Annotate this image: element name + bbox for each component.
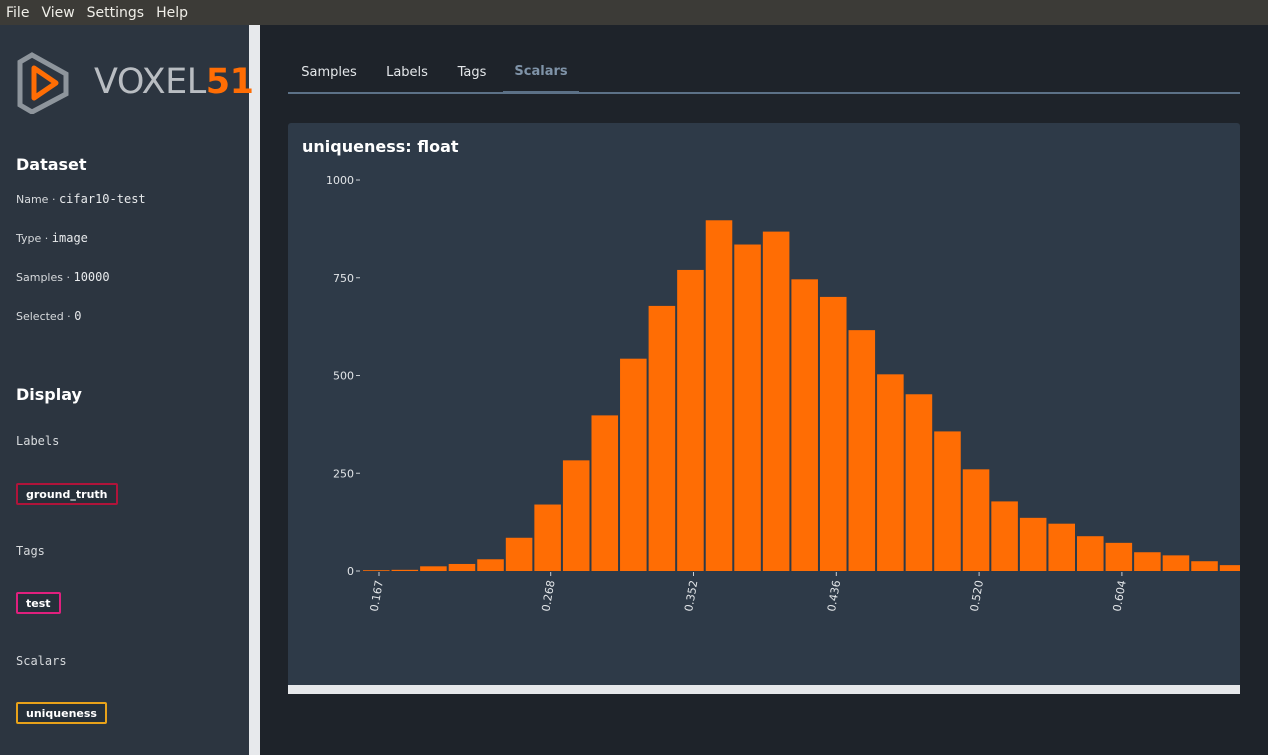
histogram-bar	[505, 537, 533, 571]
menu-settings[interactable]: Settings	[81, 5, 150, 21]
histogram-bar	[1077, 536, 1104, 571]
logo-text-main: VOXEL	[94, 62, 206, 102]
histogram-bar	[734, 244, 761, 571]
tab-labels[interactable]: Labels	[370, 52, 444, 92]
histogram-bar	[962, 469, 990, 571]
y-tick-label: 500	[333, 370, 354, 383]
histogram-bar	[420, 566, 447, 571]
histogram-bar	[877, 374, 904, 571]
scalar-panel: uniqueness: float 0 250 500 750 1000 0.167 0.2…	[288, 123, 1240, 685]
y-tick-label: 1000	[326, 174, 354, 187]
histogram-bar	[1191, 561, 1218, 571]
scalars-heading: Scalars	[16, 654, 67, 668]
histogram-bar	[905, 394, 933, 571]
logo-text-num: 51	[205, 62, 254, 102]
histogram-bar	[848, 330, 876, 571]
tab-bar: Samples Labels Tags Scalars	[288, 52, 1240, 94]
menubar: File View Settings Help	[0, 0, 1268, 25]
histogram-bar	[677, 269, 704, 571]
y-tick-label: 750	[333, 272, 354, 285]
dataset-selected: Selected · 0	[16, 309, 81, 323]
tags-heading: Tags	[16, 544, 45, 558]
histogram-bar	[705, 220, 733, 571]
histogram-bar	[1019, 517, 1047, 571]
histogram-bar	[562, 460, 590, 571]
histogram-bar	[534, 504, 561, 571]
dataset-heading: Dataset	[16, 155, 87, 174]
dataset-name-value: cifar10-test	[58, 192, 146, 206]
dataset-samples-label: Samples ·	[16, 271, 70, 284]
tab-samples[interactable]: Samples	[288, 52, 370, 92]
labels-heading: Labels	[16, 434, 60, 448]
scalar-chip-uniqueness[interactable]: uniqueness	[16, 702, 107, 724]
uniqueness-histogram: 0 250 500 750 1000 0.167 0.268 0.352 0.436 0.520 0…	[326, 174, 1240, 613]
histogram-bar	[1219, 565, 1240, 571]
dataset-type: Type · image	[16, 231, 88, 245]
y-tick-label: 0	[347, 565, 354, 578]
x-tick-label: 0.268	[539, 579, 557, 612]
dataset-name: Name · cifar10-test	[16, 192, 146, 206]
histogram-bar	[363, 570, 390, 571]
histogram-bar	[1134, 552, 1161, 571]
x-tick-label: 0.604	[1111, 579, 1129, 612]
display-heading: Display	[16, 385, 82, 404]
histogram-bar	[934, 431, 961, 571]
histogram-bar	[477, 559, 504, 571]
voxel51-logo-icon	[17, 52, 69, 114]
voxel51-logo: VOXEL51	[16, 52, 254, 114]
voxel51-logo-text: VOXEL51	[94, 62, 254, 102]
sidebar-divider	[249, 25, 260, 755]
x-tick-label: 0.352	[682, 579, 700, 612]
x-tick-label: 0.520	[968, 579, 986, 612]
label-chip-ground-truth[interactable]: ground_truth	[16, 483, 118, 505]
histogram-bar	[591, 415, 619, 571]
menu-file[interactable]: File	[0, 5, 35, 21]
tab-tags[interactable]: Tags	[444, 52, 500, 92]
dataset-selected-value: 0	[74, 309, 82, 323]
dataset-samples: Samples · 10000	[16, 270, 110, 284]
dataset-type-label: Type ·	[16, 232, 49, 245]
dataset-selected-label: Selected ·	[16, 310, 71, 323]
menu-help[interactable]: Help	[150, 5, 194, 21]
dataset-samples-value: 10000	[73, 270, 110, 284]
histogram-bar	[791, 279, 818, 571]
y-tick-label: 250	[333, 467, 354, 480]
menu-view[interactable]: View	[35, 5, 80, 21]
histogram-bar	[391, 569, 419, 571]
histogram-bar	[648, 305, 676, 571]
histogram-bar	[1162, 555, 1190, 571]
x-tick-label: 0.167	[368, 579, 386, 612]
x-tick-label: 0.436	[825, 579, 843, 612]
histogram-bar	[991, 501, 1018, 571]
histogram-bar	[762, 231, 790, 571]
tag-chip-test[interactable]: test	[16, 592, 61, 614]
tab-scalars[interactable]: Scalars	[503, 52, 579, 94]
histogram-bar	[448, 563, 476, 571]
dataset-name-label: Name ·	[16, 193, 56, 206]
histogram-bar	[819, 296, 847, 571]
panel-scrollbar[interactable]	[288, 685, 1240, 694]
dataset-type-value: image	[51, 231, 88, 245]
histogram-bar	[1048, 523, 1075, 571]
histogram-bar	[1105, 542, 1133, 571]
histogram-bar	[620, 358, 647, 571]
